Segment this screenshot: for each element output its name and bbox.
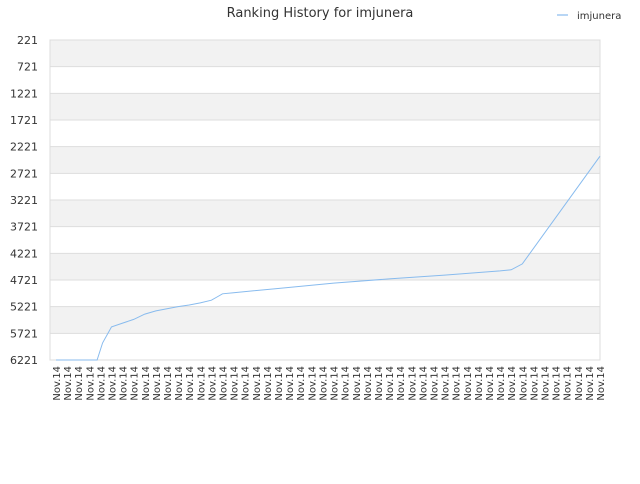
x-tick-label: Nov.14 <box>108 366 119 401</box>
plot-band <box>50 40 600 67</box>
x-tick-label: Nov.14 <box>385 366 396 401</box>
x-tick-label: Nov.14 <box>130 366 141 401</box>
x-tick-label: Nov.14 <box>463 366 474 401</box>
x-tick-label: Nov.14 <box>219 366 230 401</box>
x-tick-label: Nov.14 <box>174 366 185 401</box>
x-tick-label: Nov.14 <box>141 366 152 401</box>
y-tick-label: 5221 <box>10 301 38 314</box>
x-tick-label: Nov.14 <box>196 366 207 401</box>
x-tick-label: Nov.14 <box>518 366 529 401</box>
y-tick-label: 221 <box>17 34 38 47</box>
x-tick-label: Nov.14 <box>429 366 440 401</box>
x-tick-label: Nov.14 <box>285 366 296 401</box>
x-tick-label: Nov.14 <box>507 366 518 401</box>
x-tick-label: Nov.14 <box>596 366 607 401</box>
plot-band <box>50 146 600 174</box>
y-tick-label: 4721 <box>10 274 38 287</box>
x-tick-label: Nov.14 <box>474 366 485 401</box>
x-tick-label: Nov.14 <box>163 366 174 401</box>
y-tick-label: 1221 <box>10 87 38 100</box>
x-tick-label: Nov.14 <box>63 366 74 401</box>
x-tick-label: Nov.14 <box>452 366 463 401</box>
x-tick-label: Nov.14 <box>318 366 329 401</box>
x-tick-label: Nov.14 <box>74 366 85 401</box>
x-tick-label: Nov.14 <box>352 366 363 401</box>
x-tick-label: Nov.14 <box>230 366 241 401</box>
x-tick-label: Nov.14 <box>152 366 163 401</box>
x-tick-label: Nov.14 <box>252 366 263 401</box>
y-tick-label: 2721 <box>10 167 38 180</box>
y-tick-label: 5721 <box>10 327 38 340</box>
plot-bands <box>50 40 600 334</box>
chart-title: Ranking History for imjunera <box>227 6 414 21</box>
plot-band <box>50 200 600 227</box>
x-tick-label: Nov.14 <box>207 366 218 401</box>
x-tick-label: Nov.14 <box>552 366 563 401</box>
y-axis-labels: 221 721 1221 1721 2221 2721 3221 3721 4221 4721 52… <box>10 34 38 367</box>
x-tick-label: Nov.14 <box>563 366 574 401</box>
ranking-chart: 221 721 1221 1721 2221 2721 3221 3721 4221 4721 52… <box>0 0 640 480</box>
y-tick-label: 6221 <box>10 354 38 367</box>
x-tick-label: Nov.14 <box>418 366 429 401</box>
chart-svg: 221 721 1221 1721 2221 2721 3221 3721 4221 4721 52… <box>10 6 621 401</box>
plot-band <box>50 93 600 120</box>
x-tick-label: Nov.14 <box>529 366 540 401</box>
x-tick-label: Nov.14 <box>574 366 585 401</box>
y-tick-label: 1721 <box>10 114 38 127</box>
x-tick-label: Nov.14 <box>296 366 307 401</box>
x-tick-label: Nov.14 <box>496 366 507 401</box>
y-tick-label: 3221 <box>10 194 38 207</box>
x-tick-label: Nov.14 <box>263 366 274 401</box>
legend[interactable]: imjunera <box>557 11 621 22</box>
y-tick-label: 3721 <box>10 221 38 234</box>
x-tick-label: Nov.14 <box>585 366 596 401</box>
x-tick-label: Nov.14 <box>540 366 551 401</box>
x-axis-labels: Nov.14 Nov.14 Nov.14 Nov.14 Nov.14 Nov.14 Nov.… <box>52 366 607 401</box>
x-tick-label: Nov.14 <box>85 366 96 401</box>
x-tick-label: Nov.14 <box>485 366 496 401</box>
x-tick-label: Nov.14 <box>185 366 196 401</box>
x-tick-label: Nov.14 <box>374 366 385 401</box>
x-tick-label: Nov.14 <box>396 366 407 401</box>
x-tick-label: Nov.14 <box>119 366 130 401</box>
x-tick-label: Nov.14 <box>441 366 452 401</box>
x-tick-label: Nov.14 <box>341 366 352 401</box>
x-tick-label: Nov.14 <box>274 366 285 401</box>
y-tick-label: 721 <box>17 61 38 74</box>
x-tick-label: Nov.14 <box>241 366 252 401</box>
x-tick-label: Nov.14 <box>52 366 63 401</box>
y-tick-label: 4221 <box>10 247 38 260</box>
x-tick-label: Nov.14 <box>330 366 341 401</box>
x-tick-label: Nov.14 <box>96 366 107 401</box>
y-tick-label: 2221 <box>10 141 38 154</box>
legend-label-imjunera: imjunera <box>577 11 621 22</box>
x-tick-label: Nov.14 <box>363 366 374 401</box>
x-tick-label: Nov.14 <box>407 366 418 401</box>
x-tick-label: Nov.14 <box>307 366 318 401</box>
